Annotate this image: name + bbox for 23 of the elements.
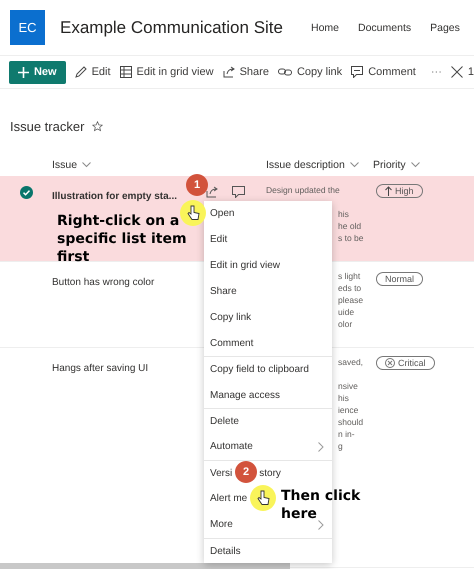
site-title: Example Communication Site	[60, 18, 283, 38]
priority-tag: Critical	[376, 356, 435, 370]
description-text: nsive	[338, 380, 358, 392]
description-text: g	[338, 440, 343, 452]
list-title: Issue tracker	[10, 118, 84, 134]
description-text: eds to	[338, 282, 362, 294]
description-text: ience	[338, 404, 358, 416]
description-text: s to be	[338, 232, 364, 244]
description-text: his	[338, 392, 349, 404]
description-text: uide	[338, 306, 354, 318]
callout-text: Then click here	[281, 487, 362, 523]
priority-tag: Normal	[376, 272, 424, 286]
description-text: Design updated the	[266, 184, 341, 196]
callout-text: Right-click on a specific list item first	[57, 212, 188, 266]
description-text: n in-	[338, 428, 355, 440]
description-text: saved,	[338, 356, 364, 368]
description-text: olor	[338, 318, 352, 330]
description-text: his	[338, 208, 349, 220]
description-text: s light	[338, 270, 360, 282]
priority-tag: High	[376, 184, 423, 198]
description-text: please	[338, 294, 364, 306]
description-text: should	[338, 416, 364, 428]
description-text: he old	[338, 220, 362, 232]
